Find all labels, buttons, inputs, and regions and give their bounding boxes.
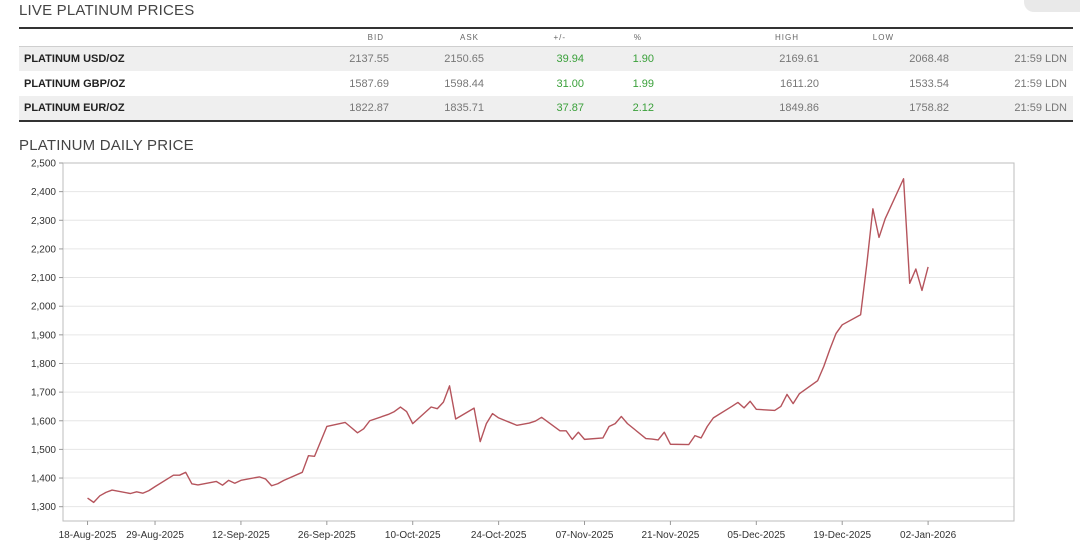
ask-value: 1835.71 <box>444 102 484 114</box>
x-tick-label: 02-Jan-2026 <box>900 530 957 541</box>
low-value: 1758.82 <box>909 102 949 114</box>
low-value: 1533.54 <box>909 77 949 90</box>
header-change: +/- <box>553 32 566 42</box>
x-tick-label: 07-Nov-2025 <box>556 530 614 541</box>
y-tick-label: 1,400 <box>31 474 56 485</box>
table-header-row: BID ASK +/- % HIGH LOW <box>19 28 1073 46</box>
x-tick-label: 18-Aug-2025 <box>59 530 117 541</box>
header-percent: % <box>633 32 642 42</box>
change-value: 37.87 <box>556 102 584 114</box>
y-tick-label: 1,600 <box>31 416 56 427</box>
bid-value: 2137.55 <box>349 52 389 65</box>
table-row: PLATINUM GBP/OZ 1587.69 1598.44 31.00 1.… <box>19 71 1073 96</box>
timestamp: 21:59 LDN <box>1014 102 1067 114</box>
x-tick-label: 26-Sep-2025 <box>298 530 356 541</box>
metal-name: PLATINUM EUR/OZ <box>24 102 125 114</box>
x-tick-label: 10-Oct-2025 <box>385 530 441 541</box>
corner-decoration <box>1024 0 1080 12</box>
live-prices-title: LIVE PLATINUM PRICES <box>19 2 195 19</box>
y-tick-label: 2,100 <box>31 273 56 284</box>
y-tick-label: 2,400 <box>31 187 56 198</box>
high-value: 1849.86 <box>779 102 819 114</box>
y-tick-label: 1,700 <box>31 388 56 399</box>
bid-value: 1822.87 <box>349 102 389 114</box>
x-tick-label: 24-Oct-2025 <box>471 530 527 541</box>
table-row: PLATINUM EUR/OZ 1822.87 1835.71 37.87 2.… <box>19 96 1073 121</box>
y-tick-label: 1,300 <box>31 502 56 513</box>
y-tick-label: 2,200 <box>31 244 56 255</box>
x-tick-label: 29-Aug-2025 <box>126 530 184 541</box>
y-tick-label: 2,300 <box>31 216 56 227</box>
percent-value: 1.90 <box>632 52 654 65</box>
header-high: HIGH <box>775 32 799 42</box>
percent-value: 2.12 <box>632 102 654 114</box>
change-value: 31.00 <box>556 77 584 90</box>
metal-name: PLATINUM USD/OZ <box>24 52 125 65</box>
percent-value: 1.99 <box>632 77 654 90</box>
low-value: 2068.48 <box>909 52 949 65</box>
change-value: 39.94 <box>556 52 584 65</box>
bid-value: 1587.69 <box>349 77 389 90</box>
platinum-daily-price-chart: 1,300 1,400 1,500 1,600 1,700 1,800 1,900 2,000… <box>31 159 1015 541</box>
ask-value: 1598.44 <box>444 77 484 90</box>
header-ask: ASK <box>459 32 479 42</box>
x-tick-label: 19-Dec-2025 <box>813 530 871 541</box>
y-tick-label: 2,000 <box>31 302 56 313</box>
price-series-line <box>87 178 929 504</box>
y-tick-label: 1,500 <box>31 445 56 456</box>
x-tick-label: 21-Nov-2025 <box>642 530 700 541</box>
timestamp: 21:59 LDN <box>1014 77 1067 90</box>
x-tick-label: 12-Sep-2025 <box>212 530 270 541</box>
y-tick-label: 2,500 <box>31 159 56 170</box>
header-time <box>949 28 1073 46</box>
y-tick-label: 1,800 <box>31 359 56 370</box>
header-name <box>19 28 179 46</box>
y-tick-label: 1,900 <box>31 330 56 341</box>
table-row: PLATINUM USD/OZ 2137.55 2150.65 39.94 1.… <box>19 46 1073 71</box>
daily-price-chart-title: PLATINUM DAILY PRICE <box>19 137 194 154</box>
live-prices-table: BID ASK +/- % HIGH LOW PLATINUM USD/OZ 2… <box>19 27 1073 122</box>
metal-name: PLATINUM GBP/OZ <box>24 77 126 90</box>
timestamp: 21:59 LDN <box>1014 52 1067 65</box>
header-bid: BID <box>367 32 384 42</box>
high-value: 1611.20 <box>780 77 819 90</box>
high-value: 2169.61 <box>779 52 819 65</box>
header-low: LOW <box>872 32 894 42</box>
ask-value: 2150.65 <box>444 52 484 65</box>
x-tick-label: 05-Dec-2025 <box>727 530 785 541</box>
